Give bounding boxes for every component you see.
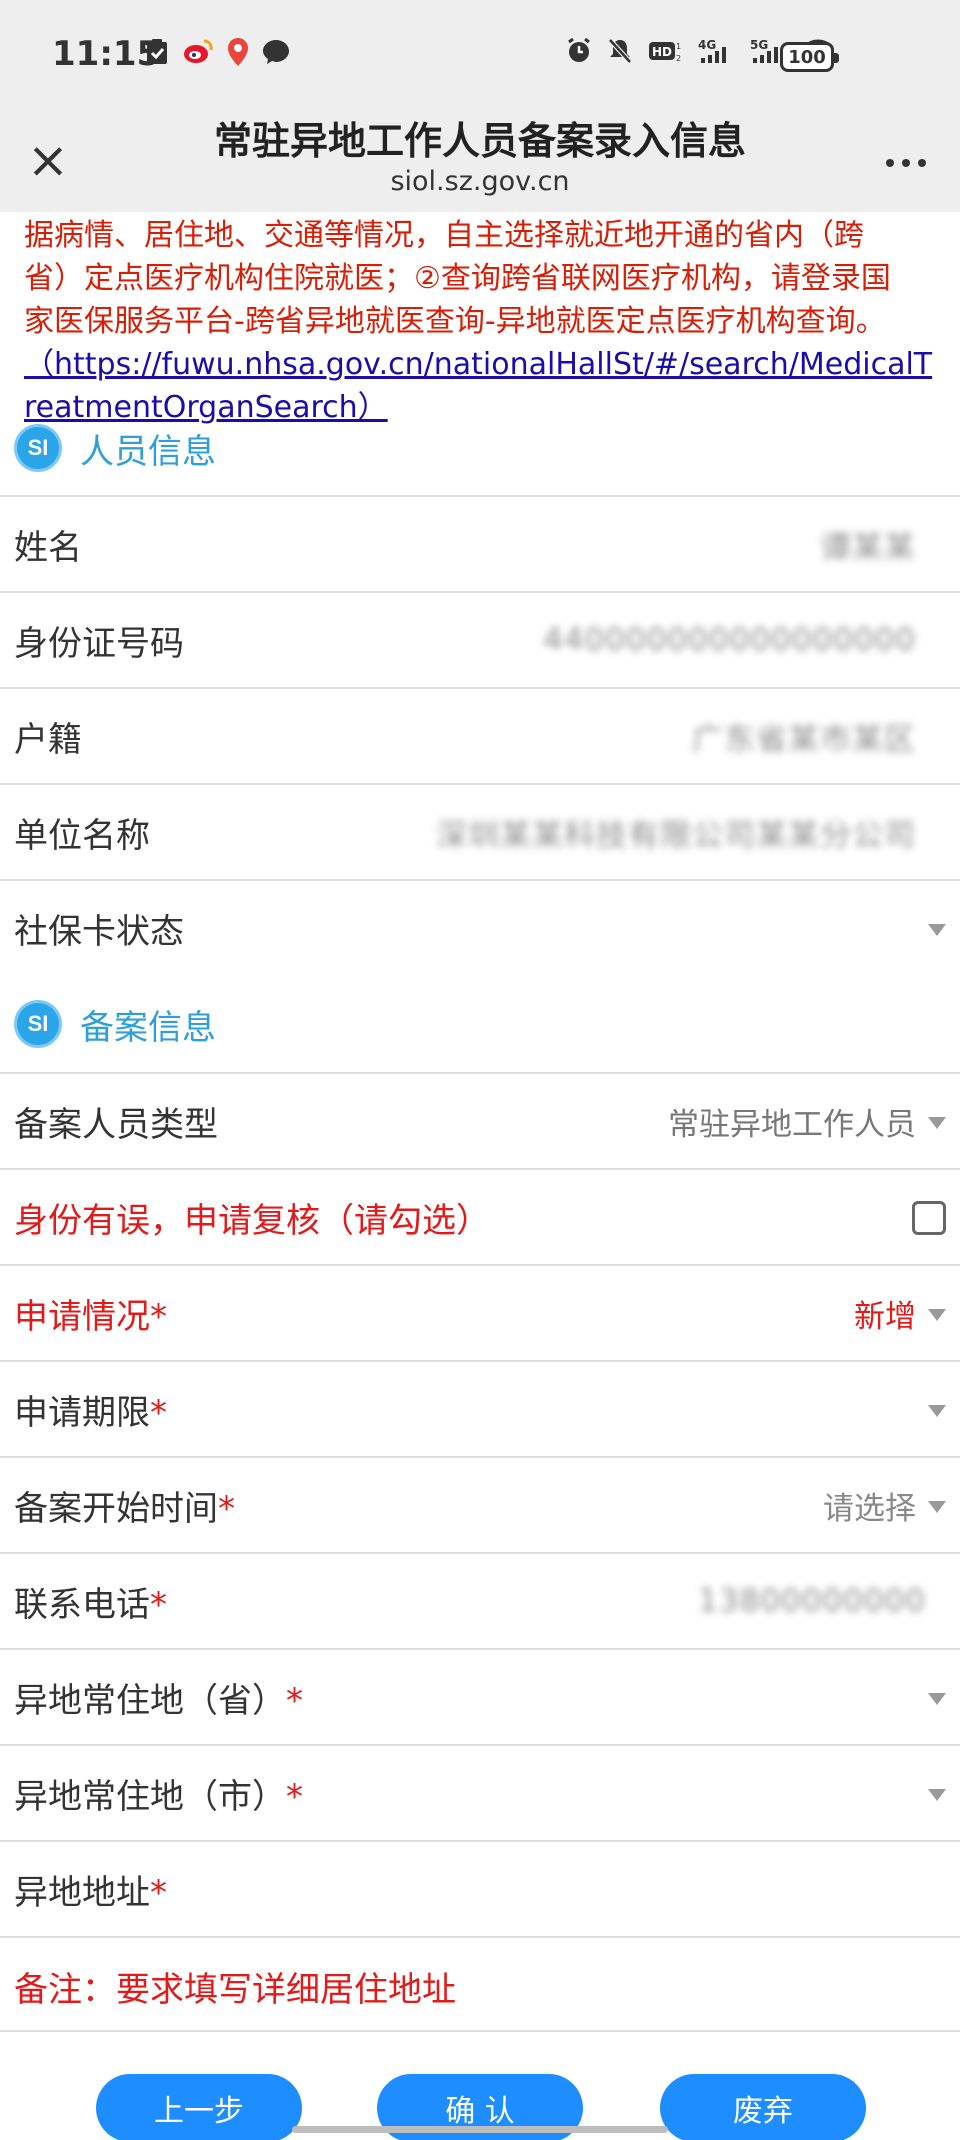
field-household: 户籍 广东省某市某区: [0, 687, 960, 783]
chat-icon: [262, 39, 290, 65]
dropdown-arrow-icon[interactable]: [928, 1309, 946, 1321]
svg-text:2: 2: [676, 54, 681, 63]
required-mark: *: [150, 1392, 167, 1433]
field-start-time[interactable]: 备案开始时间* 请选择: [0, 1456, 960, 1552]
field-value: 13800000000: [698, 1583, 926, 1619]
required-mark: *: [218, 1488, 235, 1529]
dropdown-arrow-icon[interactable]: [928, 1405, 946, 1417]
identity-review-checkbox[interactable]: [912, 1201, 946, 1235]
field-id-number: 身份证号码 440000000000000000: [0, 591, 960, 687]
field-value: 请选择: [823, 1490, 916, 1527]
field-province[interactable]: 异地常住地（省）*: [0, 1648, 960, 1744]
field-person-type[interactable]: 备案人员类型 常驻异地工作人员: [0, 1072, 960, 1168]
status-left-icons: [146, 38, 290, 66]
status-bar: 11:15 HD 1 2 4G 5G 100: [0, 0, 960, 110]
alarm-icon: [566, 38, 592, 64]
field-value: 谭某某: [820, 529, 916, 566]
field-label-text: 备案开始时间: [14, 1488, 218, 1529]
4g-icon: 4G: [698, 38, 734, 64]
required-mark: *: [150, 1872, 167, 1913]
mute-icon: [608, 38, 632, 64]
dropdown-arrow-icon[interactable]: [928, 924, 946, 936]
field-label: 异地常住地（省）*: [14, 1673, 303, 1722]
field-label: 姓名: [14, 527, 82, 568]
back-button[interactable]: 上一步: [96, 2074, 302, 2140]
more-options-button[interactable]: [876, 138, 936, 188]
dropdown-arrow-icon[interactable]: [928, 1117, 946, 1129]
required-mark: *: [150, 1296, 167, 1337]
svg-text:1: 1: [676, 42, 681, 51]
weibo-icon: [182, 39, 214, 65]
field-identity-review[interactable]: 身份有误，申请复核（请勾选）: [0, 1168, 960, 1264]
field-address[interactable]: 异地地址*: [0, 1840, 960, 1936]
check-icon: [146, 39, 168, 65]
more-dot-icon: [918, 159, 926, 167]
field-value: 常驻异地工作人员: [668, 1106, 916, 1143]
field-value: 深圳某某科技有限公司某某分公司: [436, 817, 916, 854]
field-label: 备案人员类型: [14, 1104, 218, 1145]
hd-icon: HD 1 2: [648, 39, 682, 63]
section-title: 备案信息: [80, 1007, 216, 1048]
section-personal-info: SI 人员信息: [14, 418, 946, 478]
battery-indicator: 100: [780, 42, 839, 72]
svg-text:4G: 4G: [698, 38, 716, 52]
field-label: 社保卡状态: [14, 911, 184, 952]
field-label: 户籍: [14, 719, 82, 760]
notice-line-2: 省）定点医疗机构住院就医；②查询跨省联网医疗机构，请登录国: [24, 261, 891, 296]
field-label-text: 异地地址: [14, 1872, 150, 1913]
required-mark: *: [286, 1680, 303, 1721]
social-security-icon: SI: [14, 424, 62, 472]
required-mark: *: [286, 1776, 303, 1817]
page-title: 常驻异地工作人员备案录入信息: [213, 121, 746, 163]
field-company: 单位名称 深圳某某科技有限公司某某分公司: [0, 783, 960, 879]
field-label: 异地地址*: [14, 1865, 167, 1914]
field-label: 申请期限*: [14, 1385, 167, 1434]
field-label-text: 申请情况: [14, 1296, 150, 1337]
field-phone[interactable]: 联系电话* 13800000000: [0, 1552, 960, 1648]
field-label: 联系电话*: [14, 1577, 167, 1626]
status-time: 11:15: [52, 34, 161, 74]
field-value: 新增: [854, 1298, 916, 1335]
medical-institution-link[interactable]: （https://fuwu.nhsa.gov.cn/nationalHallSt…: [24, 343, 936, 429]
field-label: 身份有误，申请复核（请勾选）: [14, 1200, 490, 1241]
required-mark: *: [150, 1584, 167, 1625]
discard-button[interactable]: 废弃: [660, 2074, 866, 2140]
screen-root: 11:15 HD 1 2 4G 5G 100 × 常驻异地工作人员备案录入信息 …: [0, 0, 960, 2140]
more-dot-icon: [902, 159, 910, 167]
field-label: 异地常住地（市）*: [14, 1769, 303, 1818]
social-security-icon: SI: [14, 1000, 62, 1048]
field-label: 备案开始时间*: [14, 1481, 235, 1530]
field-name: 姓名 谭某某: [0, 495, 960, 591]
field-application-status[interactable]: 申请情况* 新增: [0, 1264, 960, 1360]
page-domain: siol.sz.gov.cn: [390, 166, 570, 197]
notice-line-3: 家医保服务平台-跨省异地就医查询-异地就医定点医疗机构查询。: [24, 304, 886, 339]
field-application-period[interactable]: 申请期限*: [0, 1360, 960, 1456]
field-city[interactable]: 异地常住地（市）*: [0, 1744, 960, 1840]
field-label-text: 联系电话: [14, 1584, 150, 1625]
dropdown-arrow-icon[interactable]: [928, 1789, 946, 1801]
field-label-text: 申请期限: [14, 1392, 150, 1433]
more-dot-icon: [886, 159, 894, 167]
dropdown-arrow-icon[interactable]: [928, 1693, 946, 1705]
app-bar: × 常驻异地工作人员备案录入信息 siol.sz.gov.cn: [0, 110, 960, 212]
svg-text:5G: 5G: [750, 38, 768, 52]
gesture-bar[interactable]: [292, 2126, 668, 2133]
field-value: 440000000000000000: [542, 622, 916, 658]
divider: [0, 2030, 960, 2032]
map-pin-icon: [228, 38, 248, 66]
field-label: 身份证号码: [14, 623, 184, 664]
field-label-text: 异地常住地（省）: [14, 1680, 286, 1721]
notice-line-1: 据病情、居住地、交通等情况，自主选择就近地开通的省内（跨: [24, 218, 864, 253]
field-label: 申请情况*: [14, 1289, 167, 1338]
section-title: 人员信息: [80, 431, 216, 472]
section-filing-info: SI 备案信息: [14, 994, 946, 1054]
field-label: 单位名称: [14, 815, 150, 856]
svg-text:HD: HD: [652, 45, 672, 59]
field-value: 广东省某市某区: [692, 721, 916, 758]
remark-text: 备注：要求填写详细居住地址: [14, 1970, 456, 2010]
field-label-text: 异地常住地（市）: [14, 1776, 286, 1817]
notice-text: 据病情、居住地、交通等情况，自主选择就近地开通的省内（跨 省）定点医疗机构住院就…: [24, 214, 936, 429]
field-card-status[interactable]: 社保卡状态: [0, 879, 960, 975]
dropdown-arrow-icon[interactable]: [928, 1501, 946, 1513]
